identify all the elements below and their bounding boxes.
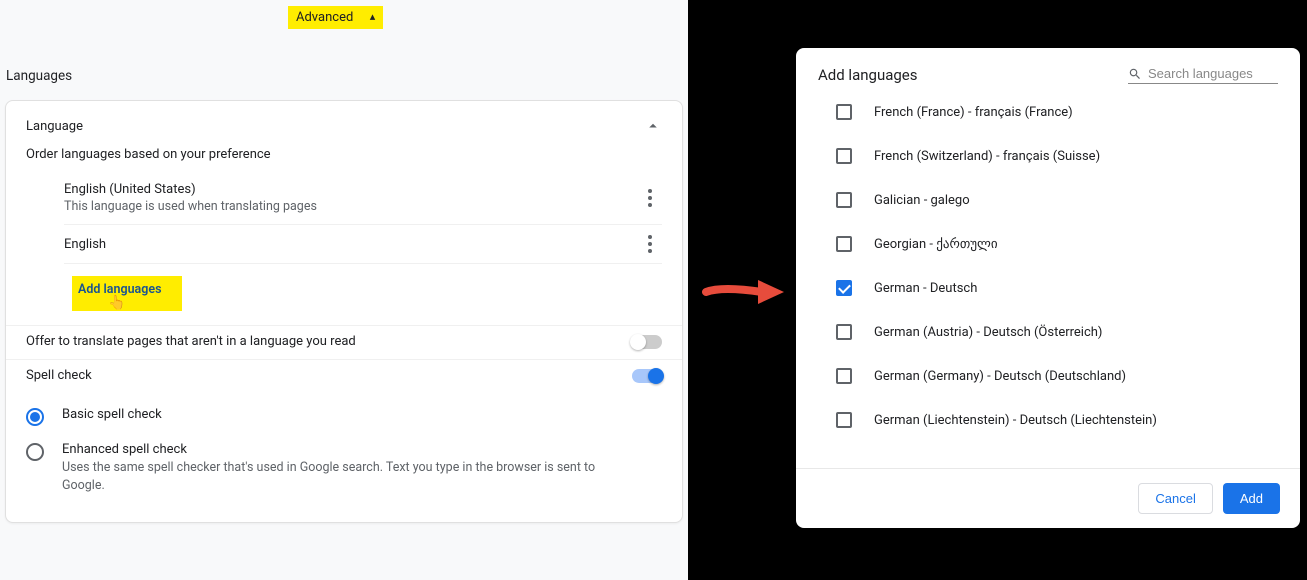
spell-options: Basic spell check Enhanced spell check U… [6, 393, 682, 522]
checkbox-unchecked-icon[interactable] [836, 148, 852, 164]
checkbox-unchecked-icon[interactable] [836, 236, 852, 252]
language-option[interactable]: German (Germany) - Deutsch (Deutschland) [836, 354, 1278, 398]
search-input[interactable] [1148, 66, 1278, 81]
languages-card: Language Order languages based on your p… [5, 100, 683, 523]
more-vert-icon[interactable] [648, 189, 662, 207]
chevron-up-icon [644, 117, 662, 135]
search-languages-field[interactable] [1128, 66, 1278, 84]
language-list: English (United States) This language is… [6, 172, 682, 311]
language-item: English [64, 225, 662, 264]
language-name: English [64, 237, 106, 252]
spell-option-note: Uses the same spell checker that's used … [62, 459, 602, 494]
language-option-label: German (Liechtenstein) - Deutsch (Liecht… [874, 413, 1157, 428]
language-name: English (United States) [64, 182, 317, 197]
language-section-title: Language [26, 119, 83, 134]
language-option-label: French (Switzerland) - français (Suisse) [874, 149, 1100, 164]
checkbox-unchecked-icon[interactable] [836, 104, 852, 120]
language-option[interactable]: German (Liechtenstein) - Deutsch (Liecht… [836, 398, 1278, 442]
more-vert-icon[interactable] [648, 235, 662, 253]
language-option[interactable]: Georgian - ქართული [836, 222, 1278, 266]
add-languages-dialog: Add languages French (France) - français… [796, 48, 1300, 528]
translate-offer-row: Offer to translate pages that aren't in … [6, 325, 682, 359]
language-option-label: Georgian - ქართული [874, 237, 998, 252]
cancel-button[interactable]: Cancel [1138, 483, 1212, 514]
order-preference-text: Order languages based on your preference [6, 147, 682, 172]
language-section-header[interactable]: Language [6, 101, 682, 147]
search-icon [1128, 67, 1142, 81]
checkbox-unchecked-icon[interactable] [836, 324, 852, 340]
spell-option-basic[interactable]: Basic spell check [26, 399, 662, 434]
translate-toggle[interactable] [632, 335, 662, 349]
language-option-label: French (France) - français (France) [874, 105, 1073, 120]
language-option-label: German (Austria) - Deutsch (Österreich) [874, 325, 1102, 340]
add-languages-highlight[interactable]: Add languages 👆 [72, 276, 182, 311]
checkbox-unchecked-icon[interactable] [836, 412, 852, 428]
cursor-pointer-icon: 👆 [108, 295, 125, 311]
radio-checked-icon [26, 408, 44, 426]
spell-check-label: Spell check [26, 368, 92, 383]
spell-option-label: Enhanced spell check [62, 442, 602, 457]
arrow-icon [702, 272, 788, 312]
languages-heading: Languages [6, 68, 72, 84]
add-button[interactable]: Add [1223, 483, 1280, 514]
spell-check-row: Spell check [6, 359, 682, 393]
language-option[interactable]: German (Austria) - Deutsch (Österreich) [836, 310, 1278, 354]
checkbox-unchecked-icon[interactable] [836, 368, 852, 384]
language-item: English (United States) This language is… [64, 172, 662, 225]
checkbox-unchecked-icon[interactable] [836, 192, 852, 208]
radio-unchecked-icon [26, 443, 44, 461]
advanced-toggle[interactable]: Advanced [288, 6, 383, 29]
language-note: This language is used when translating p… [64, 199, 317, 214]
settings-left-panel: Advanced Languages Language Order langua… [0, 0, 688, 580]
checkbox-checked-icon[interactable] [836, 280, 852, 296]
language-option[interactable]: French (Switzerland) - français (Suisse) [836, 134, 1278, 178]
dialog-header: Add languages [796, 48, 1300, 98]
spell-check-toggle[interactable] [632, 369, 662, 383]
language-option[interactable]: French (France) - français (France) [836, 98, 1278, 134]
language-option-label: Galician - galego [874, 193, 970, 208]
advanced-label: Advanced [296, 10, 353, 25]
language-option[interactable]: Galician - galego [836, 178, 1278, 222]
spell-option-enhanced[interactable]: Enhanced spell check Uses the same spell… [26, 434, 662, 502]
language-option[interactable]: German - Deutsch [836, 266, 1278, 310]
language-option-label: German (Germany) - Deutsch (Deutschland) [874, 369, 1126, 384]
dialog-language-list[interactable]: French (France) - français (France) Frenc… [796, 98, 1300, 468]
dialog-title: Add languages [818, 66, 918, 84]
language-option-label: German - Deutsch [874, 281, 977, 296]
translate-offer-label: Offer to translate pages that aren't in … [26, 334, 356, 349]
spell-option-label: Basic spell check [62, 407, 162, 422]
dialog-footer: Cancel Add [796, 468, 1300, 528]
